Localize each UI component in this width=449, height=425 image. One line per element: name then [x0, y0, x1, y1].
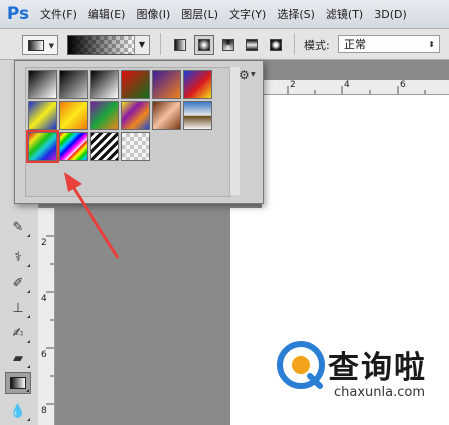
chaxunla-logo [277, 341, 325, 389]
watermark-url: chaxunla.com [334, 385, 425, 400]
watermark-brand: 查询啦 [328, 350, 427, 386]
